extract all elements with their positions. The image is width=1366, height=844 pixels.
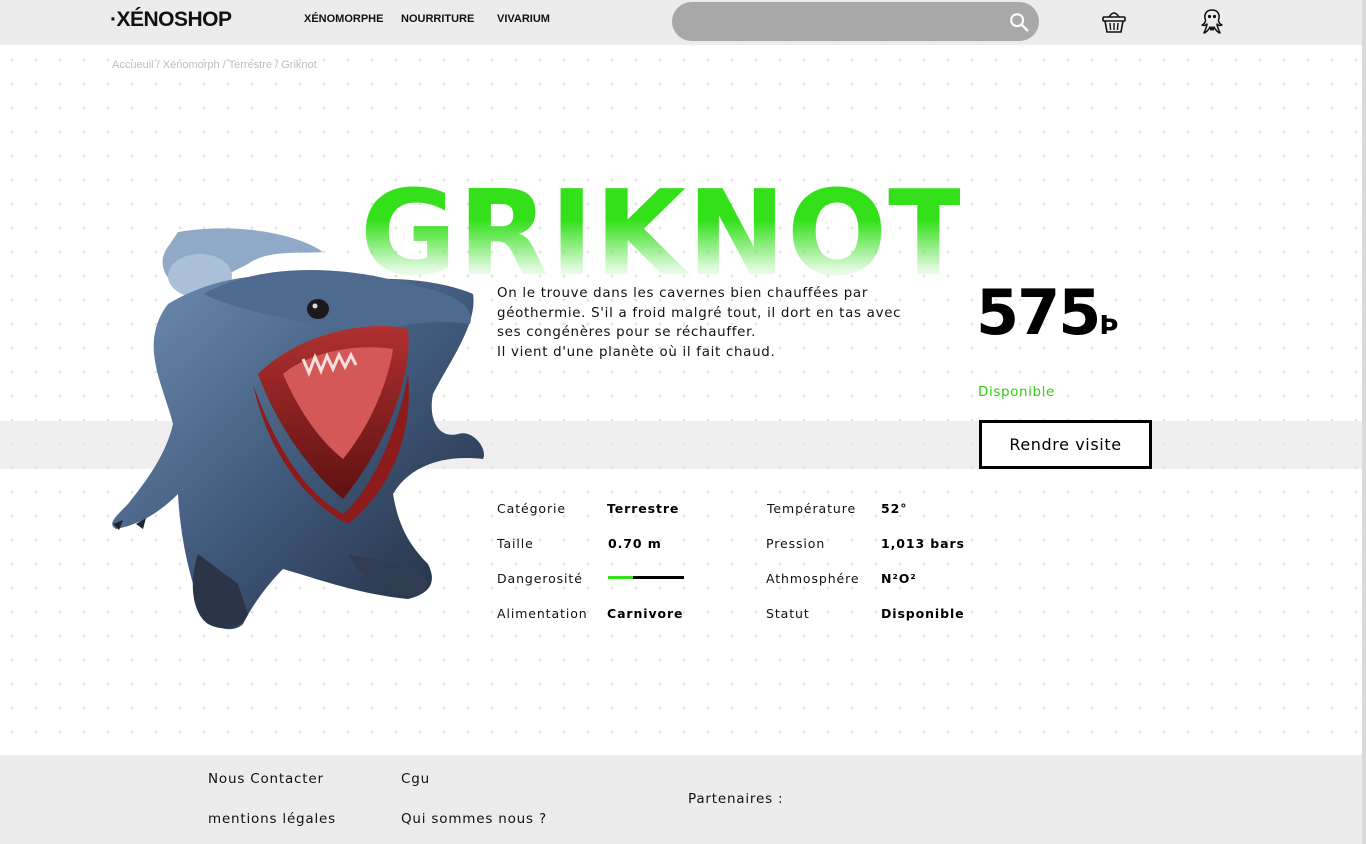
creature-image xyxy=(112,228,484,630)
basket-icon[interactable] xyxy=(1101,8,1127,34)
footer-link-cgu[interactable]: Cgu xyxy=(401,771,430,787)
product-price: 575Þ xyxy=(976,276,1119,349)
breadcrumb-terrestre[interactable]: Terrestre xyxy=(229,59,272,71)
breadcrumb-accueil[interactable]: Accueuil xyxy=(112,59,154,71)
visit-button[interactable]: Rendre visite xyxy=(979,420,1152,469)
availability-status: Disponible xyxy=(978,384,1055,400)
breadcrumb-xenomorph[interactable]: Xénomorph xyxy=(163,59,220,71)
footer-link-contact[interactable]: Nous Contacter xyxy=(208,771,324,787)
nav-vivarium[interactable]: VIVARIUM xyxy=(497,13,550,25)
spec-value-statut: Disponible xyxy=(881,606,965,621)
spec-value-taille: 0.70 m xyxy=(608,536,662,551)
spec-label-temperature: Température xyxy=(767,501,857,516)
product-description: On le trouve dans les cavernes bien chau… xyxy=(497,284,947,363)
nav-nourriture[interactable]: NOURRITURE xyxy=(401,13,474,25)
description-line: ses congénères pour se réchauffer. xyxy=(497,325,757,341)
spec-label-pression: Pression xyxy=(766,536,826,551)
scrollbar[interactable] xyxy=(1362,0,1366,844)
description-line: Il vient d'une planète où il fait chaud. xyxy=(497,345,776,361)
page-footer: Nous Contacter mentions légales Cgu Qui … xyxy=(0,755,1362,844)
spec-label-categorie: Catégorie xyxy=(497,501,566,516)
spec-value-temperature: 52° xyxy=(881,501,908,516)
search-icon[interactable] xyxy=(1008,11,1030,33)
spec-value-alimentation: Carnivore xyxy=(607,606,684,621)
spec-value-pression: 1,013 bars xyxy=(881,536,965,551)
site-logo[interactable]: ·XÉNOSHOP xyxy=(110,8,232,32)
spec-label-taille: Taille xyxy=(497,536,534,551)
footer-link-mentions-legales[interactable]: mentions légales xyxy=(208,811,336,827)
description-line: On le trouve dans les cavernes bien chau… xyxy=(497,286,869,301)
spec-value-categorie: Terrestre xyxy=(607,501,680,516)
spec-value-athmosphere: N²O² xyxy=(881,571,917,586)
footer-link-about[interactable]: Qui sommes nous ? xyxy=(401,811,547,827)
price-value: 575 xyxy=(976,276,1101,349)
user-alien-icon[interactable] xyxy=(1199,8,1225,36)
footer-partners-label: Partenaires : xyxy=(688,791,784,807)
danger-level-fill xyxy=(608,576,634,579)
search-input[interactable] xyxy=(688,2,988,41)
nav-xenomorphe[interactable]: XÉNOMORPHE xyxy=(304,13,383,25)
spec-label-statut: Statut xyxy=(766,606,810,621)
spec-label-alimentation: Alimentation xyxy=(497,606,588,621)
spec-label-dangerosite: Dangerosité xyxy=(497,571,583,586)
search-bar xyxy=(672,2,1039,41)
danger-level-bar xyxy=(608,576,684,579)
currency-symbol: Þ xyxy=(1099,311,1119,341)
spec-label-athmosphere: Athmosphére xyxy=(766,571,860,586)
top-header: ·XÉNOSHOP XÉNOMORPHE NOURRITURE VIVARIUM xyxy=(0,0,1362,45)
breadcrumb-griknot: Griknot xyxy=(281,59,317,71)
breadcrumb: Accueuil / Xénomorph / Terrestre / Grikn… xyxy=(112,59,317,71)
description-line: géothermie. S'il a froid malgré tout, il… xyxy=(497,305,902,321)
